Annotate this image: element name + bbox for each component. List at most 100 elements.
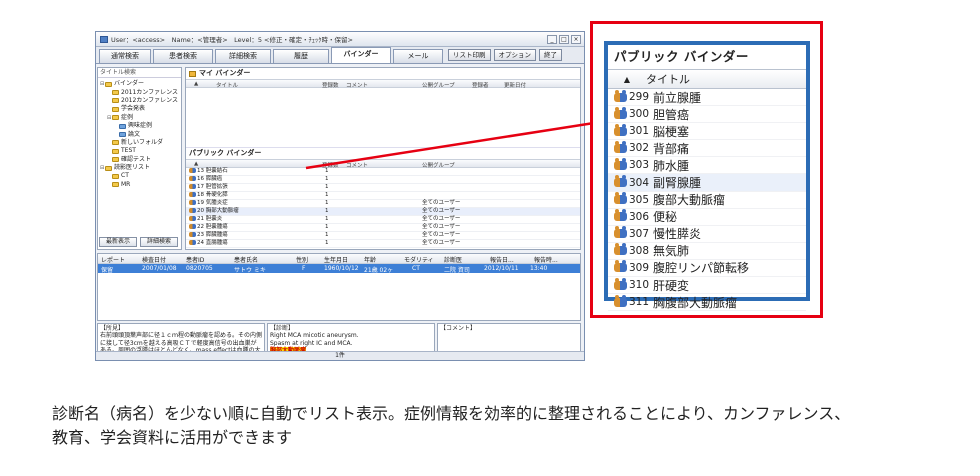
list-item[interactable]: 308 無気肺: [608, 243, 806, 260]
list-item[interactable]: 303 肺水腫: [608, 157, 806, 175]
row-group: 全てのユーザー: [422, 216, 461, 222]
my-binder-list[interactable]: [186, 88, 580, 148]
list-item[interactable]: 309 腹腔リンパ節転移: [608, 260, 806, 278]
col-report[interactable]: レポート: [101, 255, 125, 264]
table-row[interactable]: 13 胆嚢結石 1: [186, 168, 580, 176]
binder-area: マイ バインダー ▲ タイトル 登録数 コメント 公開グループ 登録者 更新日付…: [185, 67, 581, 250]
list-item[interactable]: 305 腹部大動脈瘤: [608, 192, 806, 209]
list-item[interactable]: 299 前立腺腫: [608, 89, 806, 107]
zoom-title: パブリック バインダー: [614, 49, 749, 64]
col-updated[interactable]: 更新日付: [504, 81, 526, 89]
tree-node[interactable]: 2011カンファレンス: [100, 88, 179, 96]
title-search-header: タイトル検索: [98, 68, 181, 78]
tab-mail[interactable]: メール: [393, 49, 443, 63]
tree-node[interactable]: 2012カンファレンス: [100, 97, 179, 105]
table-row[interactable]: 18 骨硬化膵 1: [186, 192, 580, 200]
exit-button[interactable]: 終了: [539, 49, 562, 61]
maximize-icon[interactable]: □: [559, 35, 569, 44]
col-report-date[interactable]: 報告日...: [490, 255, 514, 264]
list-item[interactable]: 301 脳梗塞: [608, 123, 806, 141]
col-birthdate[interactable]: 生年月日: [324, 255, 348, 264]
table-row[interactable]: 24 直腸腫瘍 1 全てのユーザー: [186, 240, 580, 248]
col-report-time[interactable]: 報告時...: [534, 255, 558, 264]
tree-node-label: 学会発表: [121, 105, 146, 113]
zoom-col-title[interactable]: タイトル: [646, 71, 690, 87]
tree-node[interactable]: ⊟ バインダー: [100, 80, 179, 88]
row-title: 副腎腺腫: [653, 176, 702, 191]
patient-id: 0820705: [186, 265, 213, 272]
sort-icon[interactable]: ▲: [194, 161, 198, 167]
detail-search-button[interactable]: 詳細検索: [140, 237, 178, 247]
table-row[interactable]: 20 胸部大動脈瘤 1 全てのユーザー: [186, 208, 580, 216]
tree-node[interactable]: TEST: [100, 147, 179, 155]
minimize-icon[interactable]: _: [547, 35, 557, 44]
list-item[interactable]: 304 副腎腺腫: [608, 174, 806, 192]
exam-date: 2007/01/08: [142, 265, 177, 272]
col-age[interactable]: 年齢: [364, 255, 376, 264]
folder-icon: [112, 182, 119, 188]
tree-node[interactable]: 学会発表: [100, 105, 179, 113]
tab-normal-search[interactable]: 通常検索: [99, 49, 151, 63]
list-item[interactable]: 311 胸腹部大動脈瘤: [608, 294, 806, 312]
refresh-button[interactable]: 最新表示: [99, 237, 137, 247]
list-item[interactable]: 302 背部痛: [608, 140, 806, 158]
table-row[interactable]: 22 胆嚢腫瘍 1 全てのユーザー: [186, 224, 580, 232]
col-exam-date[interactable]: 検査日付: [142, 255, 166, 264]
col-comment[interactable]: コメント: [346, 81, 368, 89]
tab-patient-search[interactable]: 患者検索: [153, 49, 213, 63]
tab-binder[interactable]: バインダー: [331, 47, 391, 63]
report-time: 13:40: [530, 265, 548, 272]
user-group-icon: [189, 224, 196, 229]
tab-history[interactable]: 履歴: [273, 49, 329, 63]
col-count[interactable]: 登録数: [322, 81, 339, 89]
row-title: 前立腺腫: [653, 90, 702, 105]
tree-node[interactable]: MR: [100, 181, 179, 189]
row-title: 無気肺: [653, 244, 690, 259]
print-list-button[interactable]: リスト印刷: [448, 49, 491, 61]
sort-icon[interactable]: ▲: [194, 81, 198, 87]
row-count: 1: [325, 208, 329, 214]
row-num: 22: [197, 224, 204, 230]
list-item[interactable]: 306 便秘: [608, 209, 806, 226]
tree-node[interactable]: 論文: [100, 130, 179, 138]
col-title[interactable]: タイトル: [216, 81, 238, 89]
table-row[interactable]: 16 膵臓癌 1: [186, 176, 580, 184]
col-registrant[interactable]: 登録者: [472, 81, 489, 89]
binder-icon: [189, 70, 196, 77]
tree-node[interactable]: 確認テスト: [100, 156, 179, 164]
my-binder-title: マイ バインダー: [186, 68, 580, 79]
folder-icon: [112, 140, 119, 146]
window-controls: _ □ ×: [547, 35, 581, 44]
user-group-icon: [614, 260, 627, 273]
col-patient-name[interactable]: 患者氏名: [234, 255, 258, 264]
row-count: 1: [325, 192, 329, 198]
col-sex[interactable]: 性別: [296, 255, 308, 264]
col-patient-id[interactable]: 患者ID: [186, 255, 204, 264]
row-num: 310: [629, 279, 650, 292]
caption: 診断名（病名）を少ない順に自動でリスト表示。症例情報を効率的に整理されることによ…: [52, 402, 962, 450]
row-count: 1: [325, 176, 329, 182]
modality: CT: [412, 265, 420, 272]
list-item[interactable]: 310 肝硬変: [608, 277, 806, 295]
list-item[interactable]: 307 慢性膵炎: [608, 226, 806, 243]
tree-node[interactable]: CT: [100, 172, 179, 180]
table-row[interactable]: 保留 2007/01/08 0820705 サトウ ミキ F 1960/10/1…: [98, 264, 580, 274]
tree-node[interactable]: 新しいフォルダ: [100, 139, 179, 147]
col-group[interactable]: 公開グループ: [422, 81, 455, 89]
folder-icon: [112, 148, 119, 154]
tab-detail-search[interactable]: 詳細検索: [215, 49, 271, 63]
table-row[interactable]: 17 胆管拡張 1: [186, 184, 580, 192]
tree-node[interactable]: ⊟ 読影医リスト: [100, 164, 179, 172]
list-item[interactable]: 300 胆管癌: [608, 106, 806, 124]
col-doctor[interactable]: 診断医: [444, 255, 462, 264]
row-num: 309: [629, 261, 650, 274]
table-row[interactable]: 21 胆嚢炎 1 全てのユーザー: [186, 216, 580, 224]
option-button[interactable]: オプション: [493, 49, 536, 61]
col-modality[interactable]: モダリティ: [404, 255, 434, 264]
table-row[interactable]: 23 膵臓腫瘍 1 全てのユーザー: [186, 232, 580, 240]
tree-node[interactable]: ⊟ 症例: [100, 114, 179, 122]
tree-node[interactable]: 興味症例: [100, 122, 179, 130]
close-icon[interactable]: ×: [571, 35, 581, 44]
sort-icon[interactable]: ▲: [608, 75, 646, 84]
table-row[interactable]: 19 気腫炎症 1 全てのユーザー: [186, 200, 580, 208]
